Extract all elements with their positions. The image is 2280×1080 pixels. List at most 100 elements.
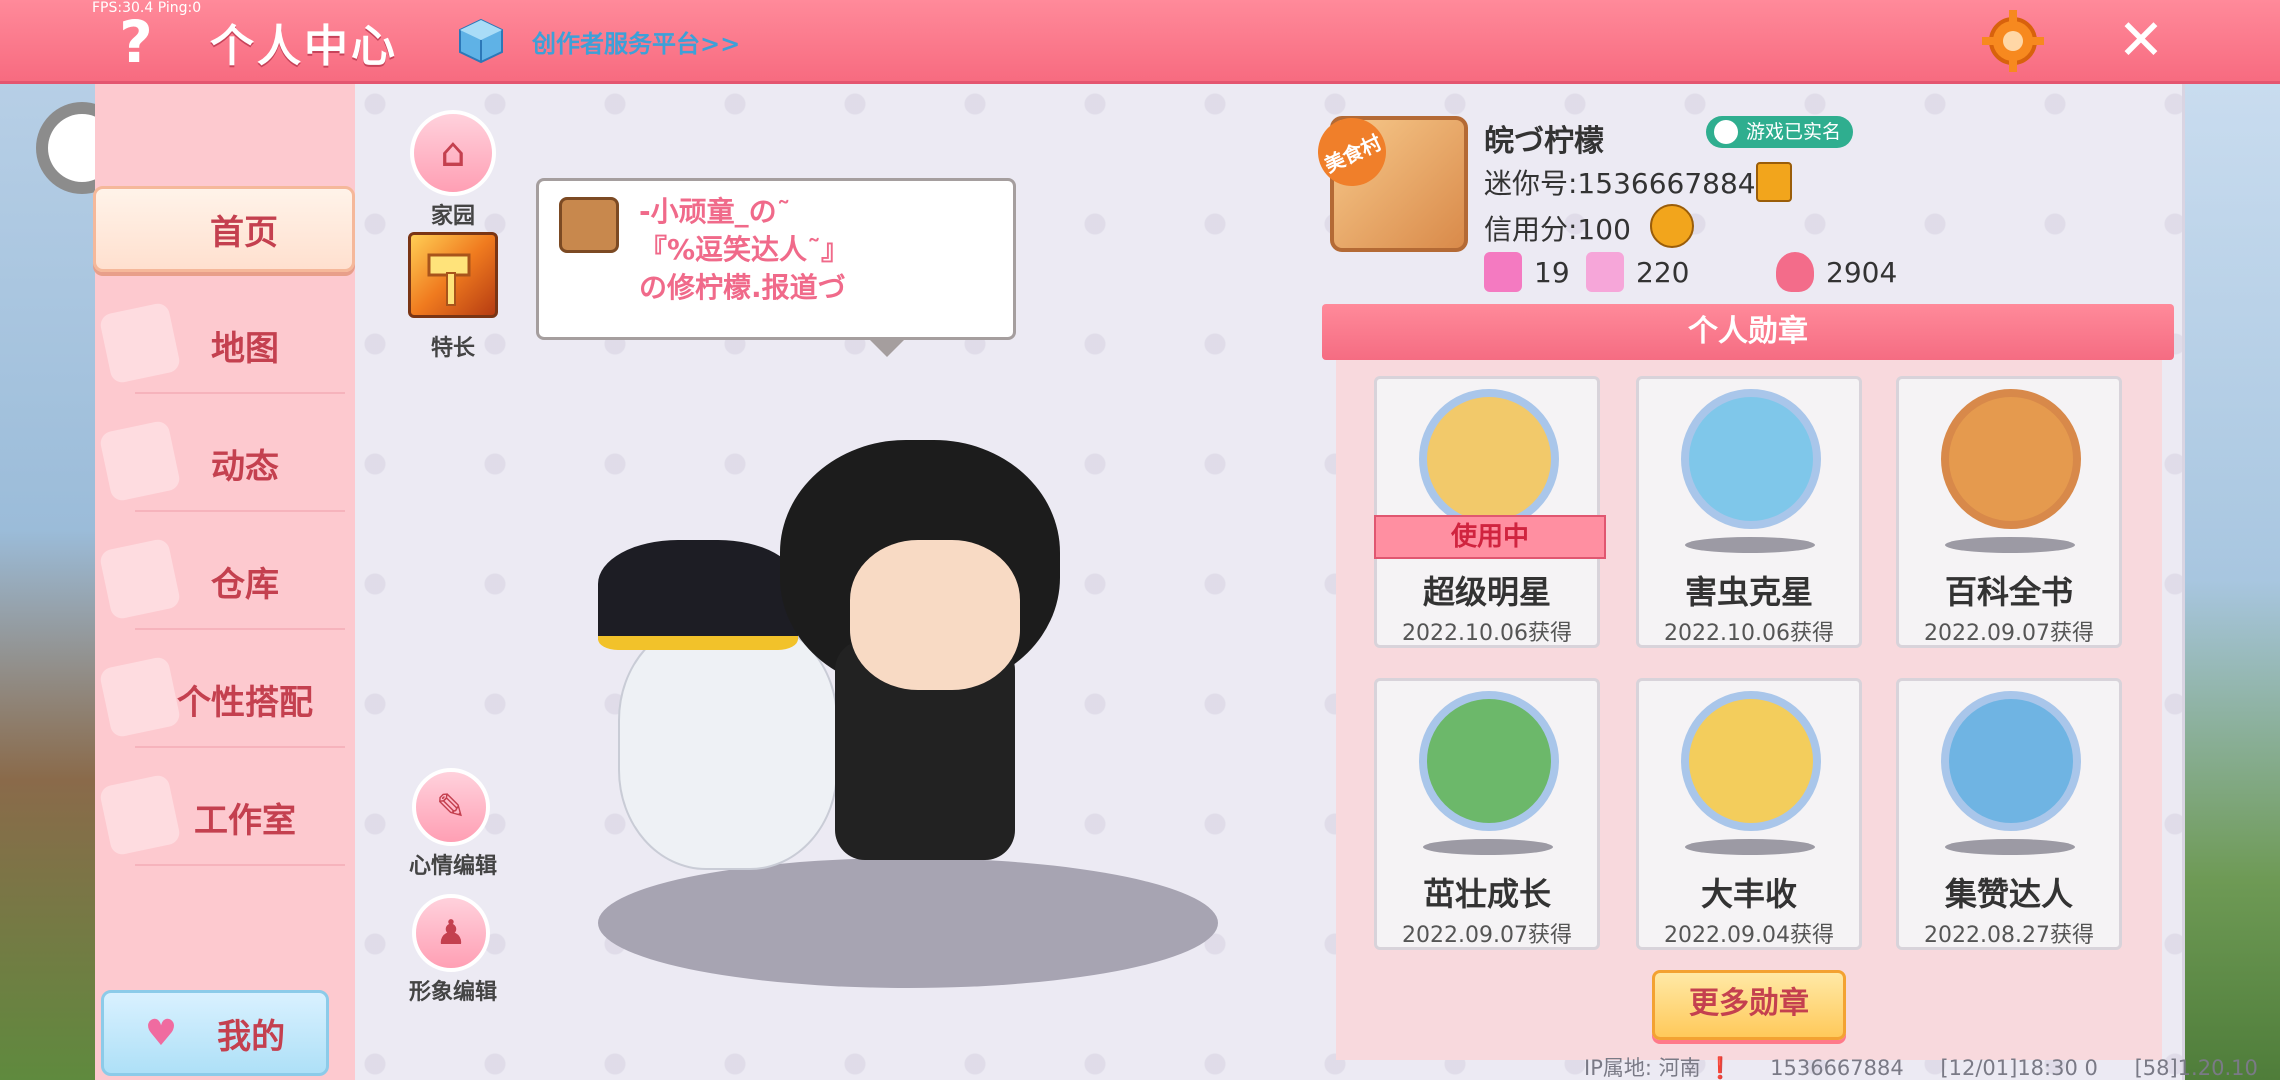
stat-value: 220 [1636, 255, 1690, 289]
medal-date: 2022.10.06获得 [1402, 621, 1572, 646]
close-button[interactable]: ✕ [2112, 10, 2170, 72]
footer-id: 1536667884 [1770, 1056, 1904, 1080]
in-use-badge: 使用中 [1374, 515, 1606, 559]
divider [135, 864, 345, 866]
more-medals-button[interactable]: 更多勋章 [1652, 970, 1846, 1040]
sidebar-item-storage[interactable]: 仓库 [95, 522, 355, 640]
cube-icon [459, 18, 503, 64]
heart-icon: ♥ [144, 1012, 178, 1054]
fans-icon [1586, 252, 1624, 292]
footer-time: [12/01]18:30 0 [1940, 1056, 2098, 1080]
medal-date: 2022.08.27获得 [1924, 923, 2094, 948]
home-label: 家园 [430, 204, 475, 229]
medals-header: 个人勋章 [1322, 304, 2174, 360]
sprout-medal-icon [1419, 691, 1559, 831]
credit-icon[interactable] [1650, 204, 1694, 248]
medal-card[interactable]: 集赞达人 2022.08.27获得 [1896, 678, 2122, 950]
verified-badge: 游戏已实名 [1706, 116, 1854, 148]
copy-icon[interactable] [1756, 162, 1792, 202]
sidebar-item-feed[interactable]: 动态 [95, 404, 355, 522]
hammer-icon [427, 253, 471, 306]
look-edit-label: 形象编辑 [408, 980, 497, 1005]
gear-icon[interactable] [1982, 10, 2044, 72]
star-medal-icon [1419, 389, 1559, 529]
bug-medal-icon [1681, 389, 1821, 529]
background-scenery-left [0, 80, 95, 1080]
home-button[interactable]: ⌂ [410, 110, 496, 196]
mine-label: 我的 [217, 1016, 286, 1057]
credit-score: 信用分:100 [1484, 213, 1631, 246]
mood-edit-label: 心情编辑 [408, 854, 497, 879]
user-icon [1714, 120, 1738, 144]
mood-bubble: -小顽童_の˜ 『%逗笑达人˜』 の修柠檬.报道づ [536, 178, 1016, 357]
pencil-icon: ✎ [435, 786, 467, 828]
medal-card[interactable]: 大丰收 2022.09.04获得 [1636, 678, 1862, 950]
page-title: 个人中心 [210, 21, 398, 72]
medal-name: 害虫克星 [1684, 573, 1813, 611]
sidebar-item-studio[interactable]: 工作室 [95, 758, 355, 876]
sidebar-item-map[interactable]: 地图 [95, 286, 355, 404]
medal-shadow [1945, 537, 2075, 553]
dress-icon: ♟ [435, 913, 467, 953]
skill-label: 特长 [430, 336, 475, 361]
stat-value: 2904 [1826, 255, 1898, 289]
medal-card[interactable]: 使用中 超级明星 2022.10.06获得 [1374, 376, 1606, 648]
sidebar-item-label: 个性搭配 [177, 682, 313, 723]
harvest-medal-icon [1681, 691, 1821, 831]
stat-friends[interactable]: 19 [1484, 252, 1570, 292]
look-edit-button[interactable]: ♟ [412, 894, 490, 972]
medal-card[interactable]: 茁壮成长 2022.09.07获得 [1374, 678, 1600, 950]
medal-name: 大丰收 [1700, 875, 1797, 913]
emoji-icon [559, 197, 619, 253]
medal-date: 2022.09.04获得 [1664, 923, 1834, 948]
medal-name: 茁壮成长 [1422, 875, 1551, 913]
thumbs-up-medal-icon [1941, 691, 2081, 831]
creator-platform-link[interactable]: 创作者服务平台>> [532, 24, 740, 59]
sidebar-item-label: 动态 [211, 446, 279, 487]
sidebar-item-outfit[interactable]: 个性搭配 [95, 640, 355, 758]
medal-date: 2022.09.07获得 [1924, 621, 2094, 646]
sidebar-item-label: 地图 [211, 328, 279, 369]
map-icon [98, 301, 182, 385]
sidebar-item-label: 工作室 [194, 800, 296, 841]
mine-button[interactable]: ♥ 我的 [101, 990, 329, 1076]
medal-date: 2022.09.07获得 [1402, 923, 1572, 948]
username: 皖づ柠檬 [1484, 124, 1604, 159]
tree-icon [98, 773, 182, 857]
medal-name: 超级明星 [1422, 573, 1551, 611]
medal-date: 2022.10.06获得 [1664, 621, 1834, 646]
top-bar: FPS:30.4 Ping:0 ? 个人中心 创作者服务平台>> ✕ [0, 0, 2280, 84]
bookmark-icon [1484, 252, 1522, 292]
outfit-icon [98, 655, 182, 739]
skill-button[interactable] [408, 232, 498, 318]
sidebar-item-label: 首页 [210, 212, 278, 253]
mood-text: -小顽童_の˜ 『%逗笑达人˜』 の修柠檬.报道づ [639, 195, 850, 304]
background-scenery-right [2185, 80, 2280, 1080]
help-button[interactable]: ? [104, 8, 168, 76]
medal-name: 百科全书 [1944, 573, 2073, 611]
pet-figure [618, 620, 838, 870]
stat-value: 19 [1534, 255, 1570, 289]
divider [135, 746, 345, 748]
book-medal-icon [1941, 389, 2081, 529]
ip-location: IP属地: 河南 ❗ [1584, 1056, 1734, 1080]
stat-fans[interactable]: 220 [1586, 252, 1689, 292]
mood-edit-button[interactable]: ✎ [412, 768, 490, 846]
divider [135, 628, 345, 630]
medal-shadow [1423, 839, 1553, 855]
medal-shadow [1945, 839, 2075, 855]
flame-icon [1776, 252, 1814, 292]
divider [135, 392, 345, 394]
sidebar: 首页 地图 动态 仓库 个性搭配 工作室 ♥ 我的 [93, 84, 355, 1080]
stat-popularity[interactable]: 2904 [1776, 252, 1897, 292]
medal-shadow [1685, 537, 1815, 553]
medal-card[interactable]: 百科全书 2022.09.07获得 [1896, 376, 2122, 648]
footer-info: IP属地: 河南 ❗ 1536667884 [12/01]18:30 0 [58… [1584, 1052, 2280, 1080]
verified-label: 游戏已实名 [1746, 121, 1842, 143]
house-icon: ⌂ [440, 130, 466, 176]
footer-version: [58]1.20.10 [2134, 1056, 2258, 1080]
sidebar-item-home[interactable]: 首页 [93, 186, 355, 272]
bell-icon [98, 419, 182, 503]
sidebar-item-label: 仓库 [211, 564, 279, 605]
medal-card[interactable]: 害虫克星 2022.10.06获得 [1636, 376, 1862, 648]
